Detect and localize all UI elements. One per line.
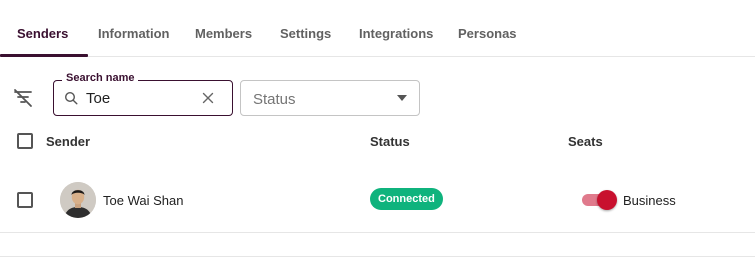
search-name-field[interactable]: Search name: [53, 72, 233, 116]
filter-off-icon[interactable]: [12, 87, 34, 109]
seat-label: Business: [623, 193, 676, 208]
column-header-sender: Sender: [46, 134, 91, 149]
tab-settings[interactable]: Settings: [280, 26, 331, 41]
row-checkbox[interactable]: [17, 192, 33, 208]
divider: [0, 256, 755, 257]
active-tab-indicator: [0, 54, 88, 57]
seat-toggle-thumb: [597, 190, 617, 210]
status-select-placeholder: Status: [253, 91, 296, 108]
status-badge: Connected: [370, 188, 443, 210]
tab-personas[interactable]: Personas: [458, 26, 517, 41]
avatar: [60, 182, 96, 218]
avatar-photo: [60, 182, 96, 218]
seat-toggle[interactable]: [582, 190, 617, 210]
tab-senders[interactable]: Senders: [17, 26, 68, 41]
chevron-down-icon: [397, 95, 407, 101]
search-input[interactable]: [86, 87, 196, 109]
search-field-label: Search name: [62, 72, 139, 84]
tab-integrations[interactable]: Integrations: [359, 26, 433, 41]
status-select[interactable]: Status: [240, 80, 420, 116]
select-all-checkbox[interactable]: [17, 133, 33, 149]
tab-bar: Senders Information Members Settings Int…: [0, 0, 755, 57]
clear-icon[interactable]: [201, 91, 215, 105]
search-icon: [64, 91, 78, 105]
column-header-seats: Seats: [568, 134, 603, 149]
sender-name: Toe Wai Shan: [103, 193, 184, 208]
column-header-status: Status: [370, 134, 410, 149]
tab-members[interactable]: Members: [195, 26, 252, 41]
tab-information[interactable]: Information: [98, 26, 170, 41]
